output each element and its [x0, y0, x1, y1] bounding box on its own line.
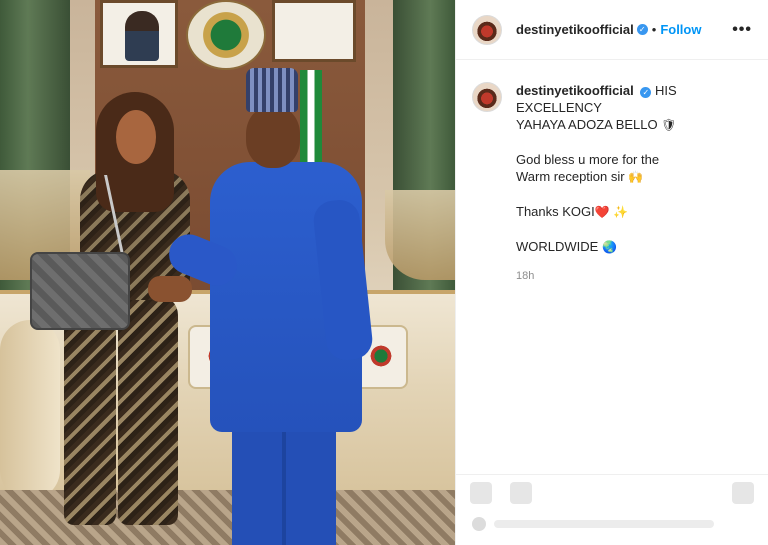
verified-badge-icon: ✓ — [640, 87, 652, 98]
caption-line: Warm reception sir — [516, 169, 625, 184]
bookmark-icon[interactable] — [732, 481, 754, 504]
caption-line: EXCELLENCY — [516, 100, 602, 115]
caption-line: WORLDWIDE — [516, 239, 599, 254]
comment-icon[interactable] — [510, 481, 532, 504]
heart-icon[interactable] — [470, 481, 492, 504]
separator-dot: • — [651, 22, 657, 37]
coat-of-arms — [186, 0, 266, 70]
instagram-post: destinyetikoofficial ✓ • Follow ••• dest… — [0, 0, 768, 545]
action-bar — [456, 474, 768, 510]
quilted-handbag — [30, 252, 130, 330]
portrait-frame — [100, 0, 178, 68]
post-photo[interactable] — [0, 0, 455, 545]
woman-face — [116, 110, 156, 164]
follow-button[interactable]: Follow — [660, 22, 701, 37]
man-face — [246, 106, 300, 168]
post-timestamp[interactable]: 18h — [516, 268, 677, 285]
caption-line: YAHAYA ADOZA BELLO — [516, 117, 658, 132]
caption-line: God bless u more for the — [516, 152, 660, 167]
ellipsis-icon[interactable]: ••• — [732, 21, 752, 39]
sofa-arm — [0, 320, 60, 500]
shield-icon: 🛡 — [661, 118, 677, 132]
handshake — [148, 276, 192, 302]
verified-badge-icon: ✓ — [636, 24, 648, 35]
curtain-drape-right — [385, 190, 455, 280]
caption-row: destinyetikoofficial ✓ HIS EXCELLENCY YA… — [456, 60, 768, 285]
avatar[interactable] — [472, 14, 502, 45]
likes-text-placeholder — [494, 520, 714, 528]
heart-icon: ❤️ — [594, 205, 610, 219]
caption-avatar[interactable] — [472, 82, 502, 112]
woman-leg-right — [118, 295, 178, 525]
man-cap — [246, 68, 298, 112]
post-side-panel: destinyetikoofficial ✓ • Follow ••• dest… — [455, 0, 768, 545]
caption-line: HIS — [655, 83, 677, 98]
sparkles-icon: ✨ — [613, 205, 629, 219]
username-link[interactable]: destinyetikoofficial — [516, 22, 634, 37]
caption-line: Thanks KOGI — [516, 204, 595, 219]
likes-summary — [472, 517, 722, 531]
liker-avatar — [472, 517, 486, 531]
caption-username-link[interactable]: destinyetikoofficial — [516, 83, 634, 98]
man-trousers — [232, 420, 336, 545]
caption-text: destinyetikoofficial ✓ HIS EXCELLENCY YA… — [516, 82, 677, 285]
portrait-frame-right — [272, 0, 356, 62]
raised-hands-icon: 🙌 — [628, 170, 644, 184]
globe-icon: 🌏 — [601, 240, 617, 254]
post-header: destinyetikoofficial ✓ • Follow ••• — [456, 0, 768, 60]
